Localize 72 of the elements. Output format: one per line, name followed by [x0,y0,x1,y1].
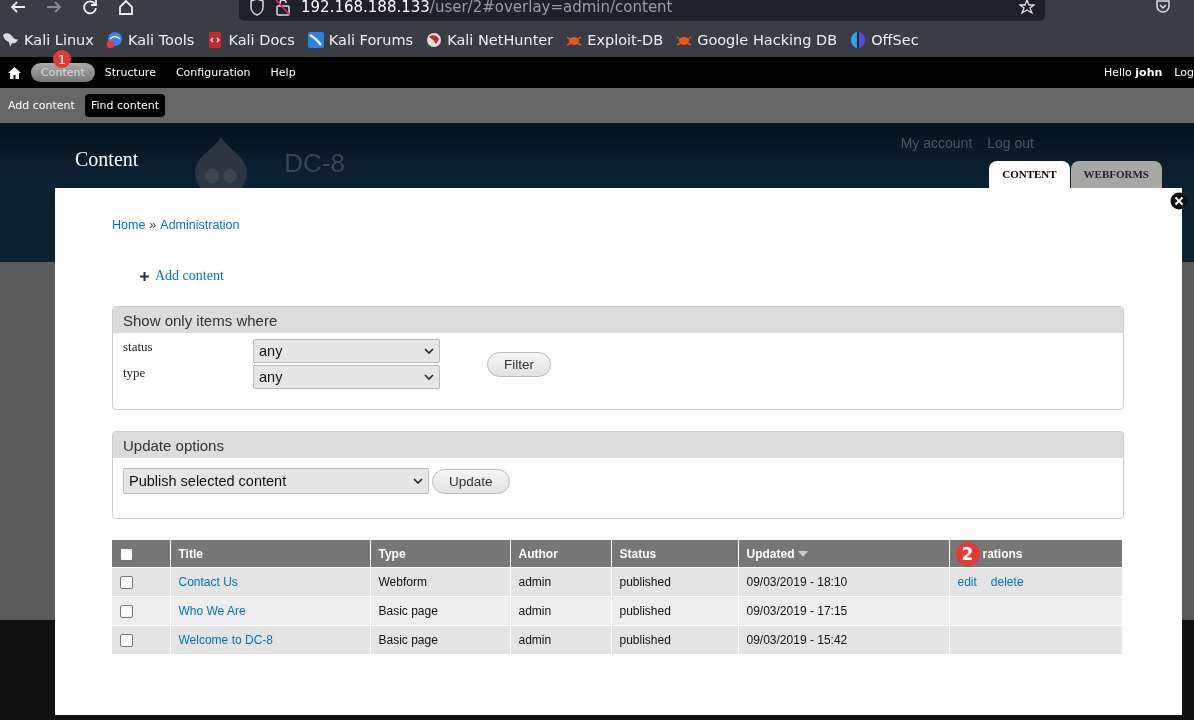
table-cell: admin [518,633,552,647]
table-cell: published [619,604,671,618]
update-button[interactable]: Update [432,468,510,494]
table-cell: published [619,575,671,589]
filter-button[interactable]: Filter [487,351,551,377]
bookmark[interactable]: Kali Tools [105,30,195,49]
table-cell: admin [518,604,552,618]
address-bar[interactable]: 192.168.188.133/user/2#overlay=admin/content [239,0,1045,21]
greeting: Hello john [1103,66,1163,79]
bookmark[interactable]: Kali Docs [206,30,295,49]
column-header[interactable]: rations [982,546,1023,561]
home-icon[interactable] [117,0,135,16]
select-field[interactable]: any [253,339,440,363]
bookmark[interactable]: Kali NetHunter [425,30,554,49]
add-content-link[interactable]: Add content [155,268,224,284]
table-cell: Webform [378,575,427,589]
flag-icon [306,30,325,49]
tab[interactable]: WEBFORMS [1070,161,1162,188]
pocket-icon[interactable] [1155,0,1171,15]
select-field[interactable]: any [253,365,440,389]
table-cell: 09/03/2019 - 17:15 [746,604,848,618]
row-checkbox[interactable] [120,576,133,590]
menu-item[interactable]: Configuration [165,63,261,82]
close-icon[interactable] [1170,192,1188,210]
table-cell: published [619,633,671,647]
caret-icon [424,374,434,380]
bookmark[interactable]: Google Hacking DB [675,30,838,49]
operation-link[interactable]: delete [990,575,1024,589]
breadcrumb-link[interactable]: Administration [160,218,240,232]
caret-icon [424,348,434,354]
field-label: type [123,365,147,381]
table-cell: 09/03/2019 - 18:10 [746,575,848,589]
column-header[interactable]: Status [619,546,657,561]
column-header[interactable]: Title [178,546,203,561]
insecure-lock-icon [275,0,291,16]
reload-icon[interactable] [81,0,99,16]
logout-link[interactable]: Log [1174,66,1194,79]
select-field[interactable]: Publish selected content [123,468,429,494]
title-link[interactable]: Contact Us [178,575,238,589]
column-header[interactable]: Type [378,546,406,561]
menu-item[interactable]: Structure [94,63,166,82]
home-icon[interactable] [8,66,21,79]
title-link[interactable]: Who We Are [178,604,246,618]
star-icon[interactable] [1019,0,1035,15]
table-cell: admin [518,575,552,589]
menu-item[interactable]: Help [260,63,306,82]
column-header[interactable]: Updated [746,546,795,561]
bookmark[interactable]: OffSec [849,30,919,49]
table-cell: 09/03/2019 - 15:42 [746,633,848,647]
table-cell: Basic page [378,633,438,647]
select-all-checkbox[interactable] [120,547,133,561]
caret-icon [413,478,423,484]
field-label: status [123,339,154,355]
step-badge: 2 [955,541,980,566]
shortcut-link[interactable]: Find content [84,94,166,117]
globe-icon [105,30,124,49]
bookmark[interactable]: Exploit-DB [565,30,664,49]
row-checkbox[interactable] [120,605,133,619]
operation-link[interactable]: edit [957,575,977,589]
table-cell: Basic page [378,604,438,618]
shortcut-link[interactable]: Add content [2,94,81,117]
fieldset-legend: Show only items where [113,307,1123,333]
page-title: Content [75,148,139,171]
bookmark[interactable]: Kali Forums [306,30,414,49]
row-checkbox[interactable] [120,634,133,648]
bookmark[interactable]: Kali Linux [2,30,94,49]
url-text: 192.168.188.133/user/2#overlay=admin/content [301,0,673,16]
breadcrumb-link[interactable]: Home [112,218,146,232]
tab[interactable]: CONTENT [989,161,1070,188]
plus-icon [140,271,149,281]
fieldset-legend: Update options [113,432,1123,458]
breadcrumb-separator: » [149,218,157,232]
